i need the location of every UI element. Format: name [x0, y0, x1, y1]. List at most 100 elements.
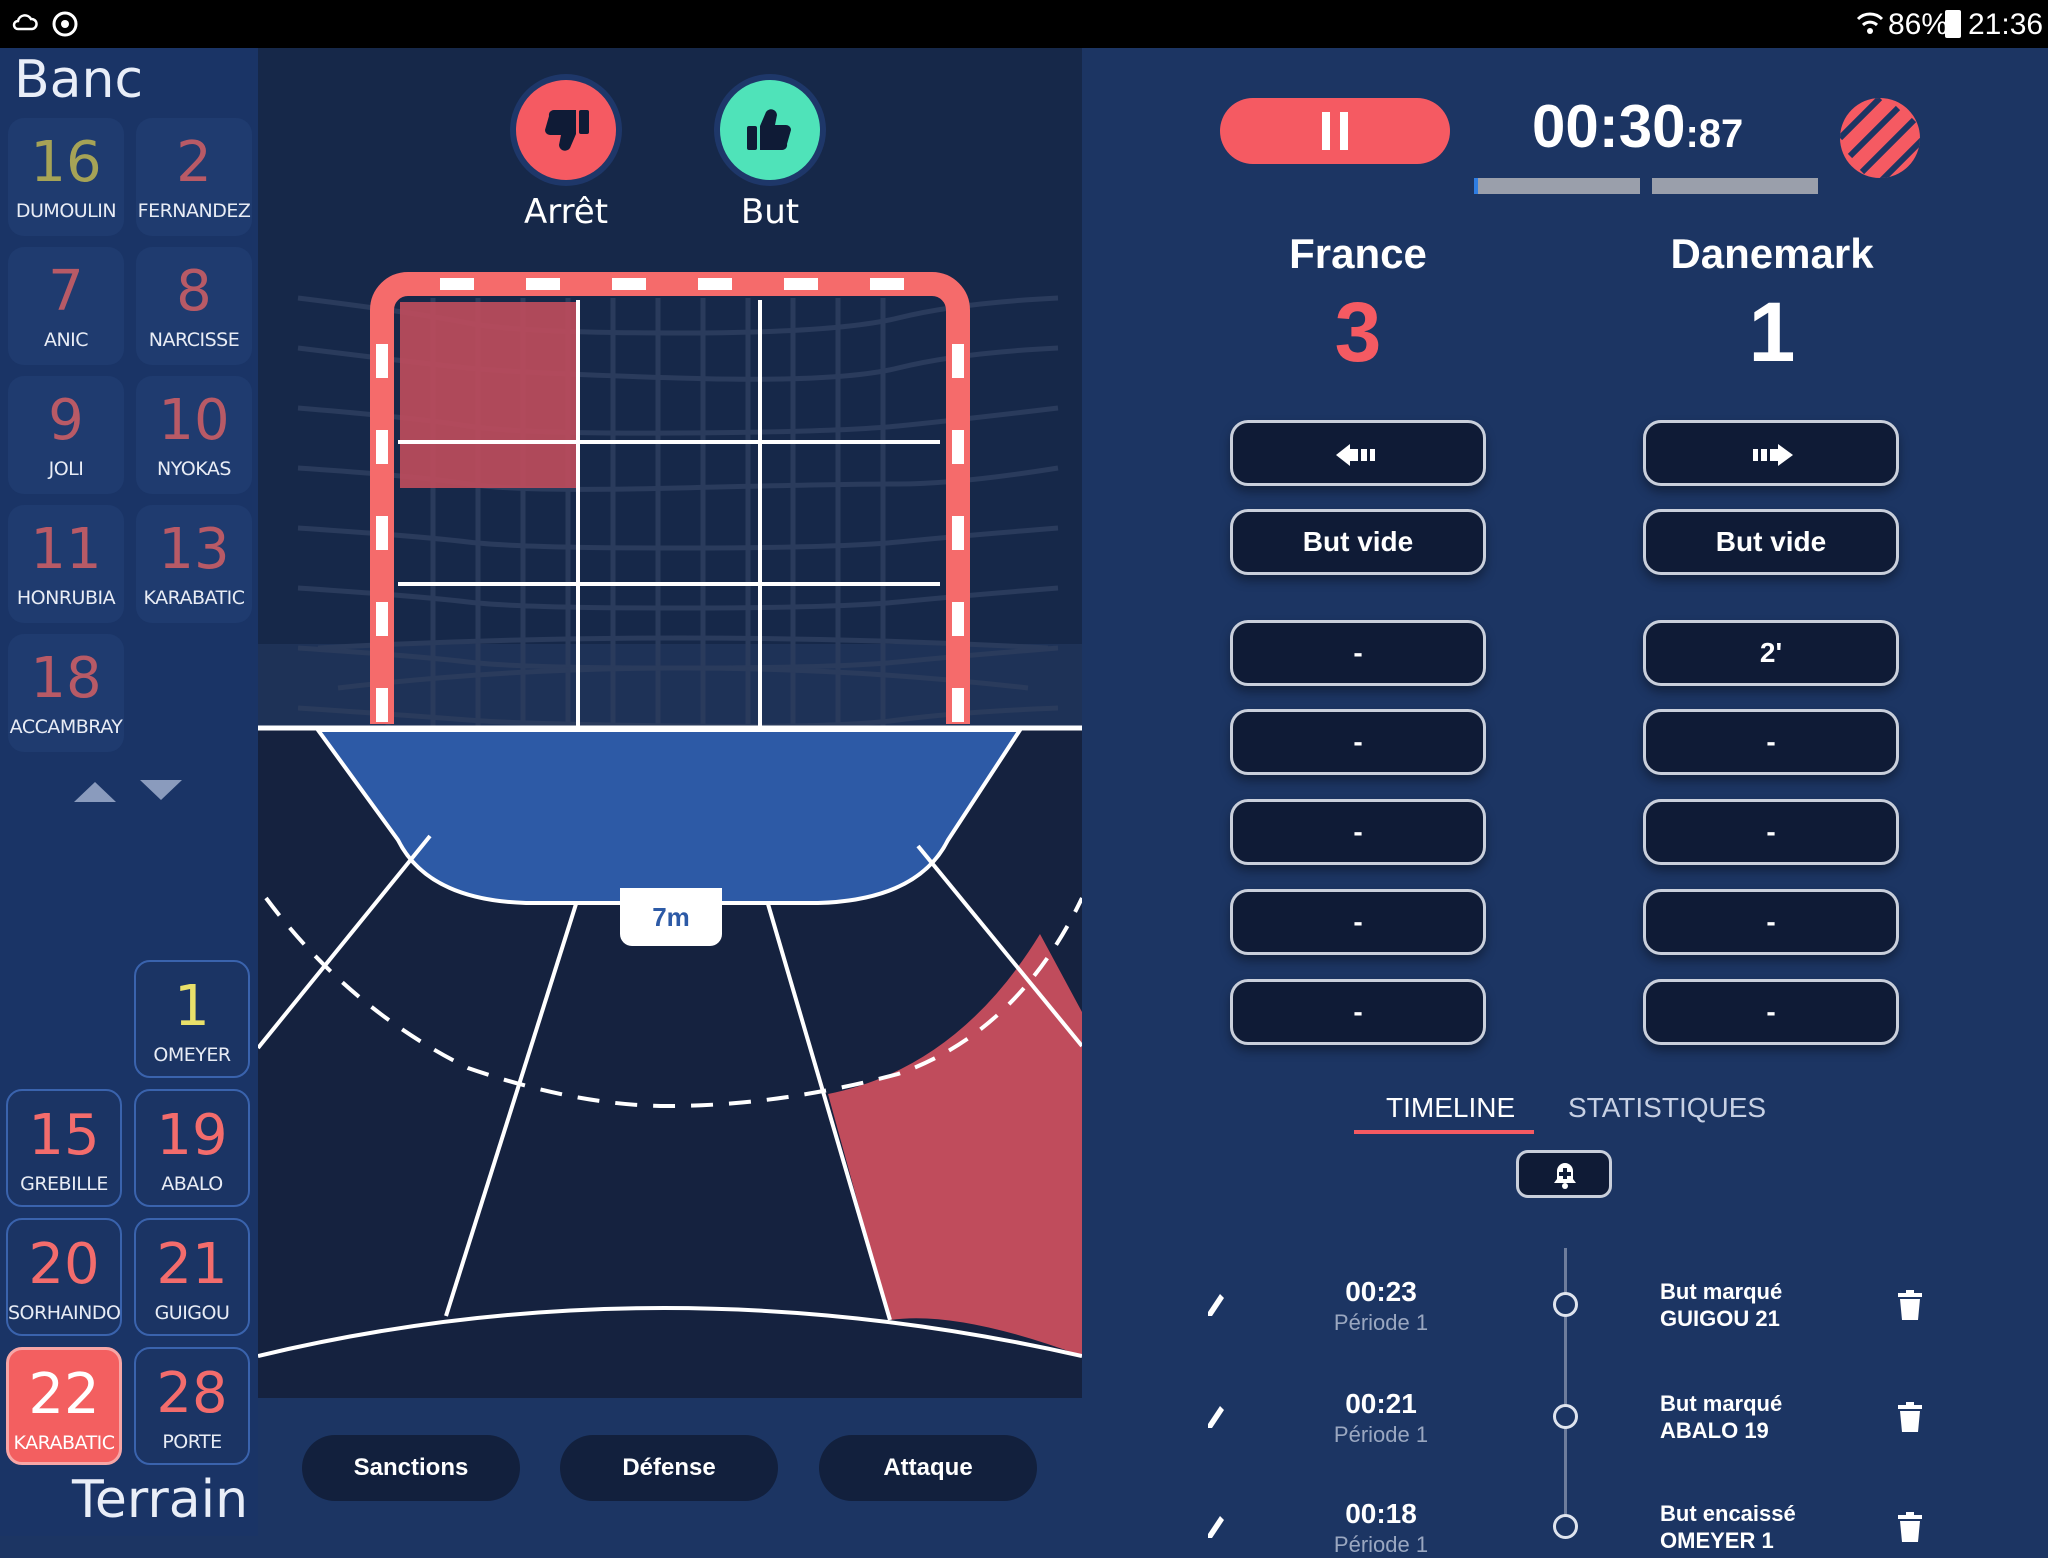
player-name: ACCAMBRAY: [9, 716, 123, 738]
period-2-progress: [1652, 178, 1818, 194]
timeline-event-player: ABALO 19: [1660, 1418, 1769, 1443]
scroll-down-icon[interactable]: [138, 778, 184, 804]
court-player-card[interactable]: 28 PORTE: [134, 1347, 250, 1465]
away-penalty-slot[interactable]: -: [1643, 889, 1899, 955]
timeline-event-type: But encaissé: [1660, 1501, 1796, 1526]
edit-icon[interactable]: [1206, 1404, 1226, 1430]
timeline-event-type: But marqué: [1660, 1279, 1783, 1304]
away-penalty-slot[interactable]: -: [1643, 709, 1899, 775]
player-name: PORTE: [162, 1431, 222, 1453]
bench-player-card[interactable]: 8 NARCISSE: [136, 247, 252, 365]
player-name: HONRUBIA: [16, 587, 116, 609]
timeline-node: [1553, 1404, 1578, 1429]
player-name: GREBILLE: [20, 1173, 108, 1195]
court-player-card[interactable]: 20 SORHAINDO: [6, 1218, 122, 1336]
away-penalty-slot[interactable]: -: [1643, 979, 1899, 1045]
player-name: SORHAINDO: [8, 1302, 121, 1324]
edit-icon[interactable]: [1206, 1292, 1226, 1318]
attack-direction-right-button[interactable]: [1643, 420, 1899, 486]
home-empty-goal-button[interactable]: But vide: [1230, 509, 1486, 575]
bench-player-card[interactable]: 9 JOLI: [8, 376, 124, 494]
trash-icon[interactable]: [1898, 1402, 1922, 1432]
arrow-right-icon: [1753, 443, 1793, 466]
player-number: 21: [156, 1232, 228, 1297]
player-number: 10: [158, 388, 230, 453]
attack-direction-left-button[interactable]: [1230, 420, 1486, 486]
goal-and-field[interactable]: [258, 48, 1082, 1398]
pause-icon: [1322, 112, 1348, 150]
players-column: Banc 16 DUMOULIN 2 FERNANDEZ 7 ANIC 8 NA…: [0, 48, 258, 1536]
edit-icon[interactable]: [1206, 1514, 1226, 1540]
status-bar: 86% 21:36: [0, 0, 2048, 48]
period-1-progress: [1474, 178, 1640, 194]
bench-player-card[interactable]: 16 DUMOULIN: [8, 118, 124, 236]
scroll-up-icon[interactable]: [72, 778, 118, 804]
app-logo-icon: [1840, 98, 1920, 178]
battery-percent: 86%: [1888, 8, 1949, 41]
timeline-event-type: But marqué: [1660, 1391, 1783, 1416]
away-team-name: Danemark: [1670, 230, 1874, 277]
player-name: NYOKAS: [157, 458, 231, 480]
player-number: 19: [156, 1103, 228, 1168]
tab-statistics[interactable]: STATISTIQUES: [1568, 1092, 1766, 1124]
clock: 21:36: [1968, 8, 2044, 41]
bench-player-card[interactable]: 13 KARABATIC: [136, 505, 252, 623]
timeline-event: But encaissé OMEYER 1: [1660, 1500, 1796, 1554]
attack-button[interactable]: Attaque: [819, 1435, 1037, 1501]
player-name: NARCISSE: [148, 329, 240, 351]
timeline-time: 00:21: [1345, 1388, 1417, 1419]
court-panel: Arrêt But 7m Sanctions Défense Attaque: [258, 48, 1082, 1536]
court-player-card[interactable]: 15 GREBILLE: [6, 1089, 122, 1207]
player-name: JOLI: [48, 458, 84, 480]
home-penalty-slot[interactable]: -: [1230, 620, 1486, 686]
away-penalty-slot[interactable]: -: [1643, 799, 1899, 865]
player-name: DUMOULIN: [15, 200, 117, 222]
player-number: 22: [28, 1362, 100, 1427]
arrow-left-icon: [1336, 443, 1375, 466]
battery-icon: [1945, 10, 1961, 38]
sync-icon: [50, 9, 80, 39]
player-number: 1: [174, 974, 210, 1039]
court-player-card[interactable]: 21 GUIGOU: [134, 1218, 250, 1336]
timer-fraction: :87: [1685, 112, 1744, 156]
bench-player-card[interactable]: 7 ANIC: [8, 247, 124, 365]
defense-button[interactable]: Défense: [560, 1435, 778, 1501]
sanctions-button[interactable]: Sanctions: [302, 1435, 520, 1501]
home-penalty-slot[interactable]: -: [1230, 799, 1486, 865]
home-penalty-slot[interactable]: -: [1230, 889, 1486, 955]
court-title: Terrain: [72, 1470, 249, 1530]
trash-icon[interactable]: [1898, 1512, 1922, 1542]
pause-button[interactable]: [1220, 98, 1450, 164]
court-player-card-selected[interactable]: 22 KARABATIC: [6, 1347, 122, 1465]
timeline-period: Période 1: [1333, 1422, 1429, 1447]
timeline-event: But marqué GUIGOU 21: [1660, 1278, 1782, 1332]
player-number: 9: [48, 388, 84, 453]
add-event-button[interactable]: [1516, 1150, 1612, 1198]
bench-player-card[interactable]: 2 FERNANDEZ: [136, 118, 252, 236]
timeline-node: [1553, 1514, 1578, 1539]
trash-icon[interactable]: [1898, 1290, 1922, 1320]
away-penalty-slot[interactable]: 2': [1643, 620, 1899, 686]
player-number: 15: [28, 1103, 100, 1168]
tab-timeline-underline: [1354, 1130, 1534, 1134]
away-empty-goal-button[interactable]: But vide: [1643, 509, 1899, 575]
tab-timeline[interactable]: TIMELINE: [1386, 1092, 1515, 1124]
timeline-time: 00:23: [1345, 1276, 1417, 1307]
player-name: FERNANDEZ: [137, 200, 251, 222]
home-team-name: France: [1289, 230, 1427, 277]
player-number: 20: [28, 1232, 100, 1297]
player-number: 13: [158, 517, 230, 582]
player-number: 28: [156, 1361, 228, 1426]
court-player-card[interactable]: 1 OMEYER: [134, 960, 250, 1078]
court-player-card[interactable]: 19 ABALO: [134, 1089, 250, 1207]
seven-meter-label: 7m: [652, 902, 690, 932]
home-penalty-slot[interactable]: -: [1230, 979, 1486, 1045]
bench-player-card[interactable]: 10 NYOKAS: [136, 376, 252, 494]
timeline-time: 00:18: [1345, 1498, 1417, 1529]
wifi-icon: [1856, 10, 1884, 36]
seven-meter-marker[interactable]: 7m: [620, 888, 722, 946]
bench-player-card[interactable]: 18 ACCAMBRAY: [8, 634, 124, 752]
match-timer: 00:30:87: [1532, 92, 1782, 166]
home-penalty-slot[interactable]: -: [1230, 709, 1486, 775]
bench-player-card[interactable]: 11 HONRUBIA: [8, 505, 124, 623]
